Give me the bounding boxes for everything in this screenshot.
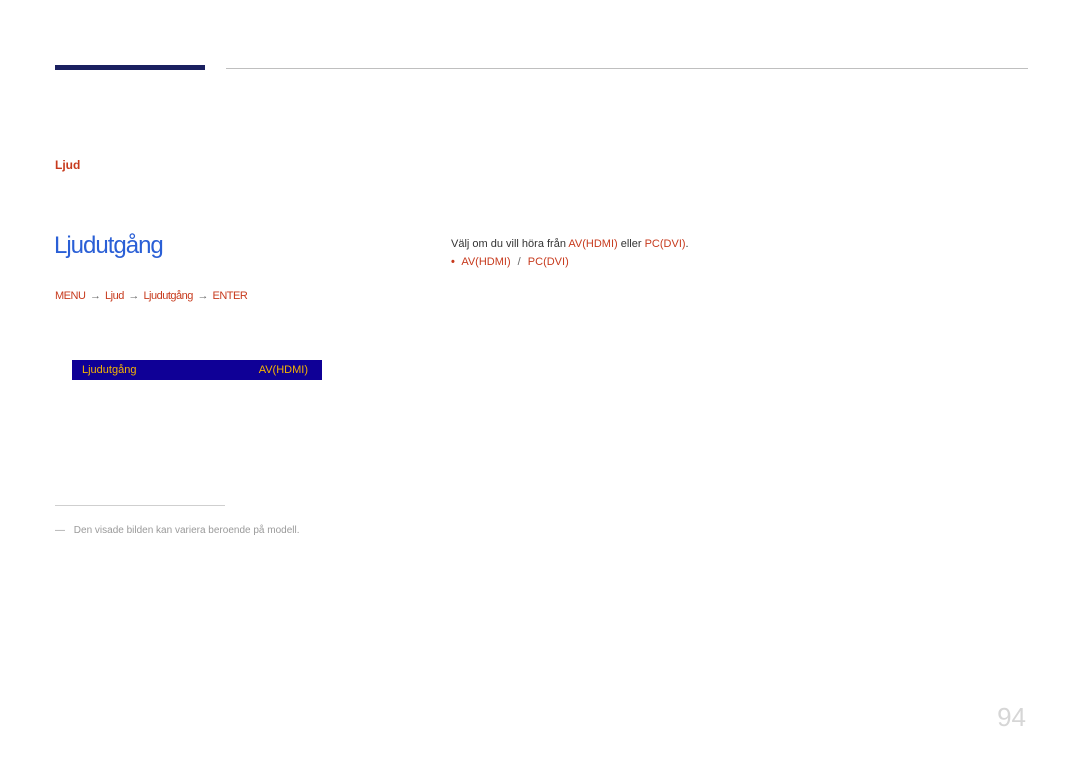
opt-a: AV(HDMI) — [461, 256, 510, 268]
description-line-2: • AV(HDMI) / PC(DVI) — [451, 256, 569, 268]
chevron-right-icon: → — [197, 290, 208, 302]
bullet-icon: • — [451, 256, 455, 268]
page-title: Ljudutgång — [54, 232, 163, 260]
desc-post: . — [686, 238, 689, 250]
header-rule — [226, 68, 1028, 69]
description-line-1: Välj om du vill höra från AV(HDMI) eller… — [451, 238, 689, 250]
dash-icon: ― — [55, 525, 65, 536]
page-number: 94 — [997, 702, 1026, 733]
enter-label: ENTER — [213, 290, 248, 302]
menu-path: MENU → Ljud → Ljudutgång → ENTER — [55, 290, 247, 302]
menu-option-value: AV(HDMI) — [259, 364, 322, 376]
condition-line: Ljud — [55, 158, 80, 172]
desc-pre: Välj om du vill höra från — [451, 238, 568, 250]
menu-step-2: Ljudutgång — [143, 290, 192, 302]
chevron-right-icon: → — [90, 290, 101, 302]
header-accent-bar — [55, 65, 205, 70]
opt-b: PC(DVI) — [528, 256, 569, 268]
footnote-rule — [55, 505, 225, 506]
menu-option-row[interactable]: Ljudutgång AV(HDMI) — [72, 360, 322, 380]
footnote: ― Den visade bilden kan variera beroende… — [55, 525, 299, 536]
menu-step-1: Ljud — [105, 290, 124, 302]
desc-opt-b: PC(DVI) — [645, 238, 686, 250]
chevron-right-icon: → — [128, 290, 139, 302]
desc-opt-a: AV(HDMI) — [568, 238, 617, 250]
desc-mid: eller — [618, 238, 645, 250]
menu-label: MENU — [55, 290, 85, 302]
footnote-text: Den visade bilden kan variera beroende p… — [74, 525, 300, 536]
menu-option-label: Ljudutgång — [72, 364, 259, 376]
slash-sep: / — [518, 256, 521, 268]
condition-text: Ljud — [55, 158, 80, 172]
